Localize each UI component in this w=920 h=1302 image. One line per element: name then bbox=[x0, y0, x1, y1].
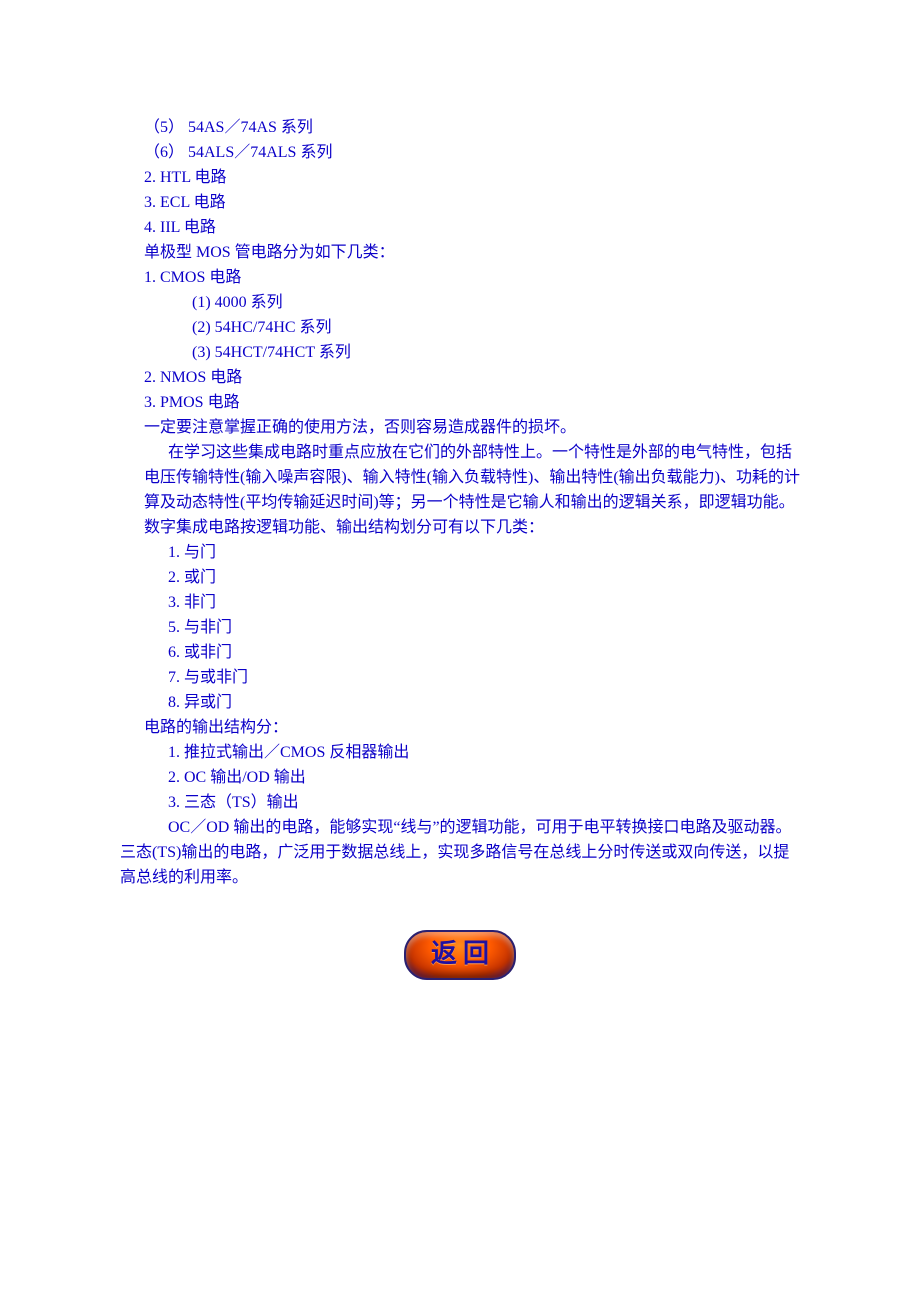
list-item: 3. 非门 bbox=[120, 590, 800, 615]
body-line: 一定要注意掌握正确的使用方法，否则容易造成器件的损坏。 bbox=[120, 415, 800, 440]
button-container: 返回 bbox=[120, 890, 800, 980]
body-line: 单极型 MOS 管电路分为如下几类： bbox=[120, 240, 800, 265]
document-page: （5） 54AS／74AS 系列 （6） 54ALS／74ALS 系列 2. H… bbox=[0, 0, 920, 1040]
paragraph: 在学习这些集成电路时重点应放在它们的外部特性上。一个特性是外部的电气特性，包括电… bbox=[120, 440, 800, 540]
list-item: (2) 54HC/74HC 系列 bbox=[120, 315, 800, 340]
list-item: (1) 4000 系列 bbox=[120, 290, 800, 315]
list-item: 2. NMOS 电路 bbox=[120, 365, 800, 390]
list-item: 7. 与或非门 bbox=[120, 665, 800, 690]
list-item: （6） 54ALS／74ALS 系列 bbox=[120, 140, 800, 165]
body-line: 电路的输出结构分： bbox=[120, 715, 800, 740]
list-item: (3) 54HCT/74HCT 系列 bbox=[120, 340, 800, 365]
list-item: 5. 与非门 bbox=[120, 615, 800, 640]
list-item: 1. 推拉式输出／CMOS 反相器输出 bbox=[120, 740, 800, 765]
list-item: 1. 与门 bbox=[120, 540, 800, 565]
list-item: 1. CMOS 电路 bbox=[120, 265, 800, 290]
list-item: 2. 或门 bbox=[120, 565, 800, 590]
return-button[interactable]: 返回 bbox=[404, 930, 516, 980]
list-item: 3. PMOS 电路 bbox=[120, 390, 800, 415]
list-item: 2. HTL 电路 bbox=[120, 165, 800, 190]
paragraph: OC／OD 输出的电路，能够实现“线与”的逻辑功能，可用于电平转换接口电路及驱动… bbox=[120, 815, 800, 890]
return-button-label: 返回 bbox=[431, 939, 495, 968]
list-item: 2. OC 输出/OD 输出 bbox=[120, 765, 800, 790]
list-item: 3. ECL 电路 bbox=[120, 190, 800, 215]
list-item: 3. 三态（TS）输出 bbox=[120, 790, 800, 815]
list-item: （5） 54AS／74AS 系列 bbox=[120, 115, 800, 140]
list-item: 4. IIL 电路 bbox=[120, 215, 800, 240]
list-item: 8. 异或门 bbox=[120, 690, 800, 715]
list-item: 6. 或非门 bbox=[120, 640, 800, 665]
